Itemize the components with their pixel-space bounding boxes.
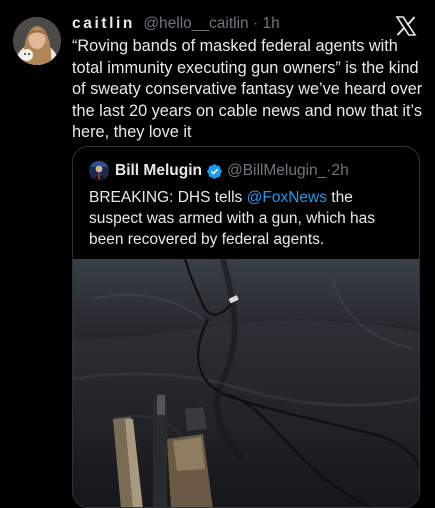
tweet[interactable]: caitlin @hello__caitlin · 1h “Roving ban… xyxy=(0,0,435,508)
author-display-name[interactable]: caitlin xyxy=(72,15,135,32)
quoted-tweet-text: BREAKING: DHS tells @FoxNews the suspect… xyxy=(89,187,409,250)
verified-badge-icon xyxy=(207,163,222,179)
separator-dot: · xyxy=(252,15,259,32)
profile-photo-icon xyxy=(13,17,61,65)
quoted-tweet[interactable]: Bill Melugin @BillMelugin_ · 2h BREAKING… xyxy=(72,146,420,508)
photo-car-seat-with-gun xyxy=(73,259,419,507)
quoted-tweet-header: Bill Melugin @BillMelugin_ · 2h xyxy=(89,160,349,182)
x-logo-icon xyxy=(395,15,417,37)
tweet-header: caitlin @hello__caitlin · 1h xyxy=(72,13,392,35)
author-handle[interactable]: @hello__caitlin xyxy=(143,15,248,32)
quoted-author-avatar[interactable] xyxy=(89,161,109,181)
quoted-tweet-photo[interactable] xyxy=(73,259,419,507)
quoted-author-display-name[interactable]: Bill Melugin xyxy=(115,160,202,182)
quoted-tweet-timestamp[interactable]: 2h xyxy=(331,160,348,182)
tweet-timestamp[interactable]: 1h xyxy=(262,15,279,32)
profile-photo-icon xyxy=(89,161,109,181)
mention-link[interactable]: @FoxNews xyxy=(247,189,327,206)
author-avatar[interactable] xyxy=(13,17,61,65)
quoted-author-handle[interactable]: @BillMelugin_ xyxy=(227,160,326,182)
tweet-text: “Roving bands of masked federal agents w… xyxy=(72,37,423,141)
quoted-text-start: BREAKING: DHS tells xyxy=(89,189,247,206)
